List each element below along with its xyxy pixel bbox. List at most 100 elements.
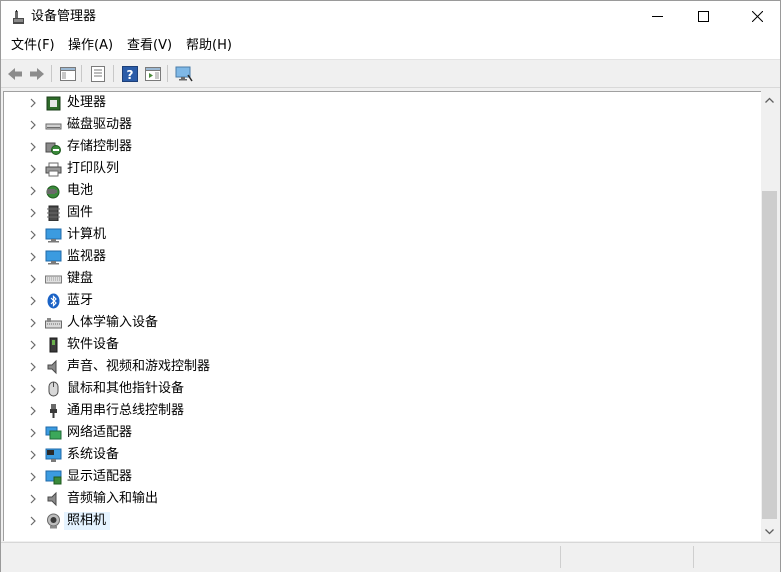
tree-item[interactable]: 网络适配器 bbox=[4, 422, 761, 444]
tree-item[interactable]: 通用串行总线控制器 bbox=[4, 400, 761, 422]
tree-item-label: 计算机 bbox=[67, 227, 107, 242]
properties-icon bbox=[91, 66, 105, 82]
chevron-right-icon[interactable] bbox=[28, 119, 38, 131]
tree-item[interactable]: 显示适配器 bbox=[4, 466, 761, 488]
chevron-right-icon[interactable] bbox=[28, 207, 38, 219]
sound-icon bbox=[47, 359, 57, 375]
tree-item[interactable]: 固件 bbox=[4, 202, 761, 224]
menu-file[interactable]: 文件(F) bbox=[11, 37, 55, 55]
tree-item[interactable]: 磁盘驱动器 bbox=[4, 114, 761, 136]
tree-item[interactable]: 处理器 bbox=[4, 92, 761, 114]
tree-item[interactable]: 存储控制器 bbox=[4, 136, 761, 158]
tree-item-label: 音频输入和输出 bbox=[67, 491, 159, 506]
status-bar bbox=[1, 542, 780, 572]
chevron-down-icon bbox=[765, 528, 774, 534]
tree-item-label: 存储控制器 bbox=[67, 139, 133, 154]
close-icon bbox=[751, 11, 763, 22]
window-title: 设备管理器 bbox=[31, 9, 97, 24]
tree-item-label: 人体学输入设备 bbox=[67, 315, 159, 330]
tree-item-label: 监视器 bbox=[67, 249, 107, 264]
tree-item-label: 蓝牙 bbox=[67, 293, 94, 308]
tree-item[interactable]: 照相机 bbox=[4, 510, 761, 532]
usb-icon bbox=[50, 404, 57, 418]
scan-hardware-button[interactable] bbox=[173, 63, 195, 85]
chevron-right-icon[interactable] bbox=[28, 141, 38, 153]
scroll-up-button[interactable] bbox=[761, 91, 778, 108]
tree-item[interactable]: 打印队列 bbox=[4, 158, 761, 180]
chevron-right-icon[interactable] bbox=[28, 383, 38, 395]
tree-item[interactable]: 人体学输入设备 bbox=[4, 312, 761, 334]
chevron-right-icon[interactable] bbox=[28, 229, 38, 241]
tree-item-label: 处理器 bbox=[67, 95, 107, 110]
system-device-icon bbox=[45, 448, 62, 462]
chevron-right-icon[interactable] bbox=[28, 427, 38, 439]
menu-action[interactable]: 操作(A) bbox=[68, 37, 113, 55]
back-button[interactable] bbox=[4, 63, 26, 85]
chevron-right-icon[interactable] bbox=[28, 251, 38, 263]
toolbar-separator bbox=[167, 65, 168, 82]
show-hide-console-tree-button[interactable] bbox=[57, 63, 79, 85]
toolbar-separator bbox=[81, 65, 82, 82]
firmware-icon bbox=[47, 205, 60, 221]
scroll-down-button[interactable] bbox=[761, 523, 778, 540]
tree-item-label: 照相机 bbox=[64, 512, 111, 530]
hid-icon bbox=[45, 318, 62, 329]
tree-item[interactable]: 键盘 bbox=[4, 268, 761, 290]
chevron-right-icon[interactable] bbox=[28, 339, 38, 351]
properties-button[interactable] bbox=[87, 63, 109, 85]
chevron-right-icon[interactable] bbox=[28, 471, 38, 483]
chevron-right-icon[interactable] bbox=[28, 405, 38, 417]
tree-item-label: 打印队列 bbox=[67, 161, 120, 176]
chevron-right-icon[interactable] bbox=[28, 163, 38, 175]
processor-icon bbox=[46, 96, 61, 111]
tree-item[interactable]: 电池 bbox=[4, 180, 761, 202]
chevron-right-icon[interactable] bbox=[28, 273, 38, 285]
chevron-right-icon[interactable] bbox=[28, 361, 38, 373]
back-icon bbox=[8, 68, 22, 80]
chevron-right-icon[interactable] bbox=[28, 493, 38, 505]
maximize-button[interactable] bbox=[680, 1, 726, 32]
toolbar-separator bbox=[113, 65, 114, 82]
action-pane-icon bbox=[145, 67, 161, 81]
menu-view[interactable]: 查看(V) bbox=[127, 37, 172, 55]
scrollbar-thumb[interactable] bbox=[762, 191, 777, 519]
network-adapter-icon bbox=[45, 426, 62, 440]
tree-item[interactable]: 监视器 bbox=[4, 246, 761, 268]
battery-icon bbox=[46, 185, 60, 199]
chevron-right-icon[interactable] bbox=[28, 449, 38, 461]
tree-item[interactable]: 声音、视频和游戏控制器 bbox=[4, 356, 761, 378]
menu-help[interactable]: 帮助(H) bbox=[186, 37, 232, 55]
chevron-right-icon[interactable] bbox=[28, 317, 38, 329]
status-pane bbox=[693, 546, 694, 568]
printer-icon bbox=[45, 162, 62, 177]
chevron-right-icon[interactable] bbox=[28, 185, 38, 197]
vertical-scrollbar[interactable] bbox=[761, 91, 778, 540]
help-button[interactable]: ? bbox=[119, 63, 141, 85]
computer-icon bbox=[45, 228, 62, 243]
tree-item-label: 键盘 bbox=[67, 271, 94, 286]
minimize-button[interactable] bbox=[634, 1, 680, 32]
tree-item[interactable]: 计算机 bbox=[4, 224, 761, 246]
tree-item[interactable]: 蓝牙 bbox=[4, 290, 761, 312]
tree-item-label: 磁盘驱动器 bbox=[67, 117, 133, 132]
scan-hardware-icon bbox=[175, 66, 193, 82]
tree-item[interactable]: 音频输入和输出 bbox=[4, 488, 761, 510]
chevron-right-icon[interactable] bbox=[28, 515, 38, 527]
chevron-up-icon bbox=[765, 97, 774, 103]
close-button[interactable] bbox=[734, 1, 780, 32]
chevron-right-icon[interactable] bbox=[28, 97, 38, 109]
device-tree[interactable]: 处理器磁盘驱动器存储控制器打印队列电池 固件计算机监视器键盘蓝牙人体学输入设备软件… bbox=[3, 91, 761, 541]
keyboard-icon bbox=[45, 275, 62, 284]
camera-icon bbox=[47, 513, 60, 529]
tree-item-label: 系统设备 bbox=[67, 447, 120, 462]
title-bar[interactable]: 设备管理器 bbox=[1, 1, 780, 32]
forward-button[interactable] bbox=[26, 63, 48, 85]
monitor-icon bbox=[45, 250, 62, 265]
software-device-icon bbox=[49, 337, 58, 353]
tree-item[interactable]: 软件设备 bbox=[4, 334, 761, 356]
action-pane-button[interactable] bbox=[142, 63, 164, 85]
status-pane bbox=[560, 546, 561, 568]
tree-item[interactable]: 系统设备 bbox=[4, 444, 761, 466]
tree-item[interactable]: 鼠标和其他指针设备 bbox=[4, 378, 761, 400]
chevron-right-icon[interactable] bbox=[28, 295, 38, 307]
